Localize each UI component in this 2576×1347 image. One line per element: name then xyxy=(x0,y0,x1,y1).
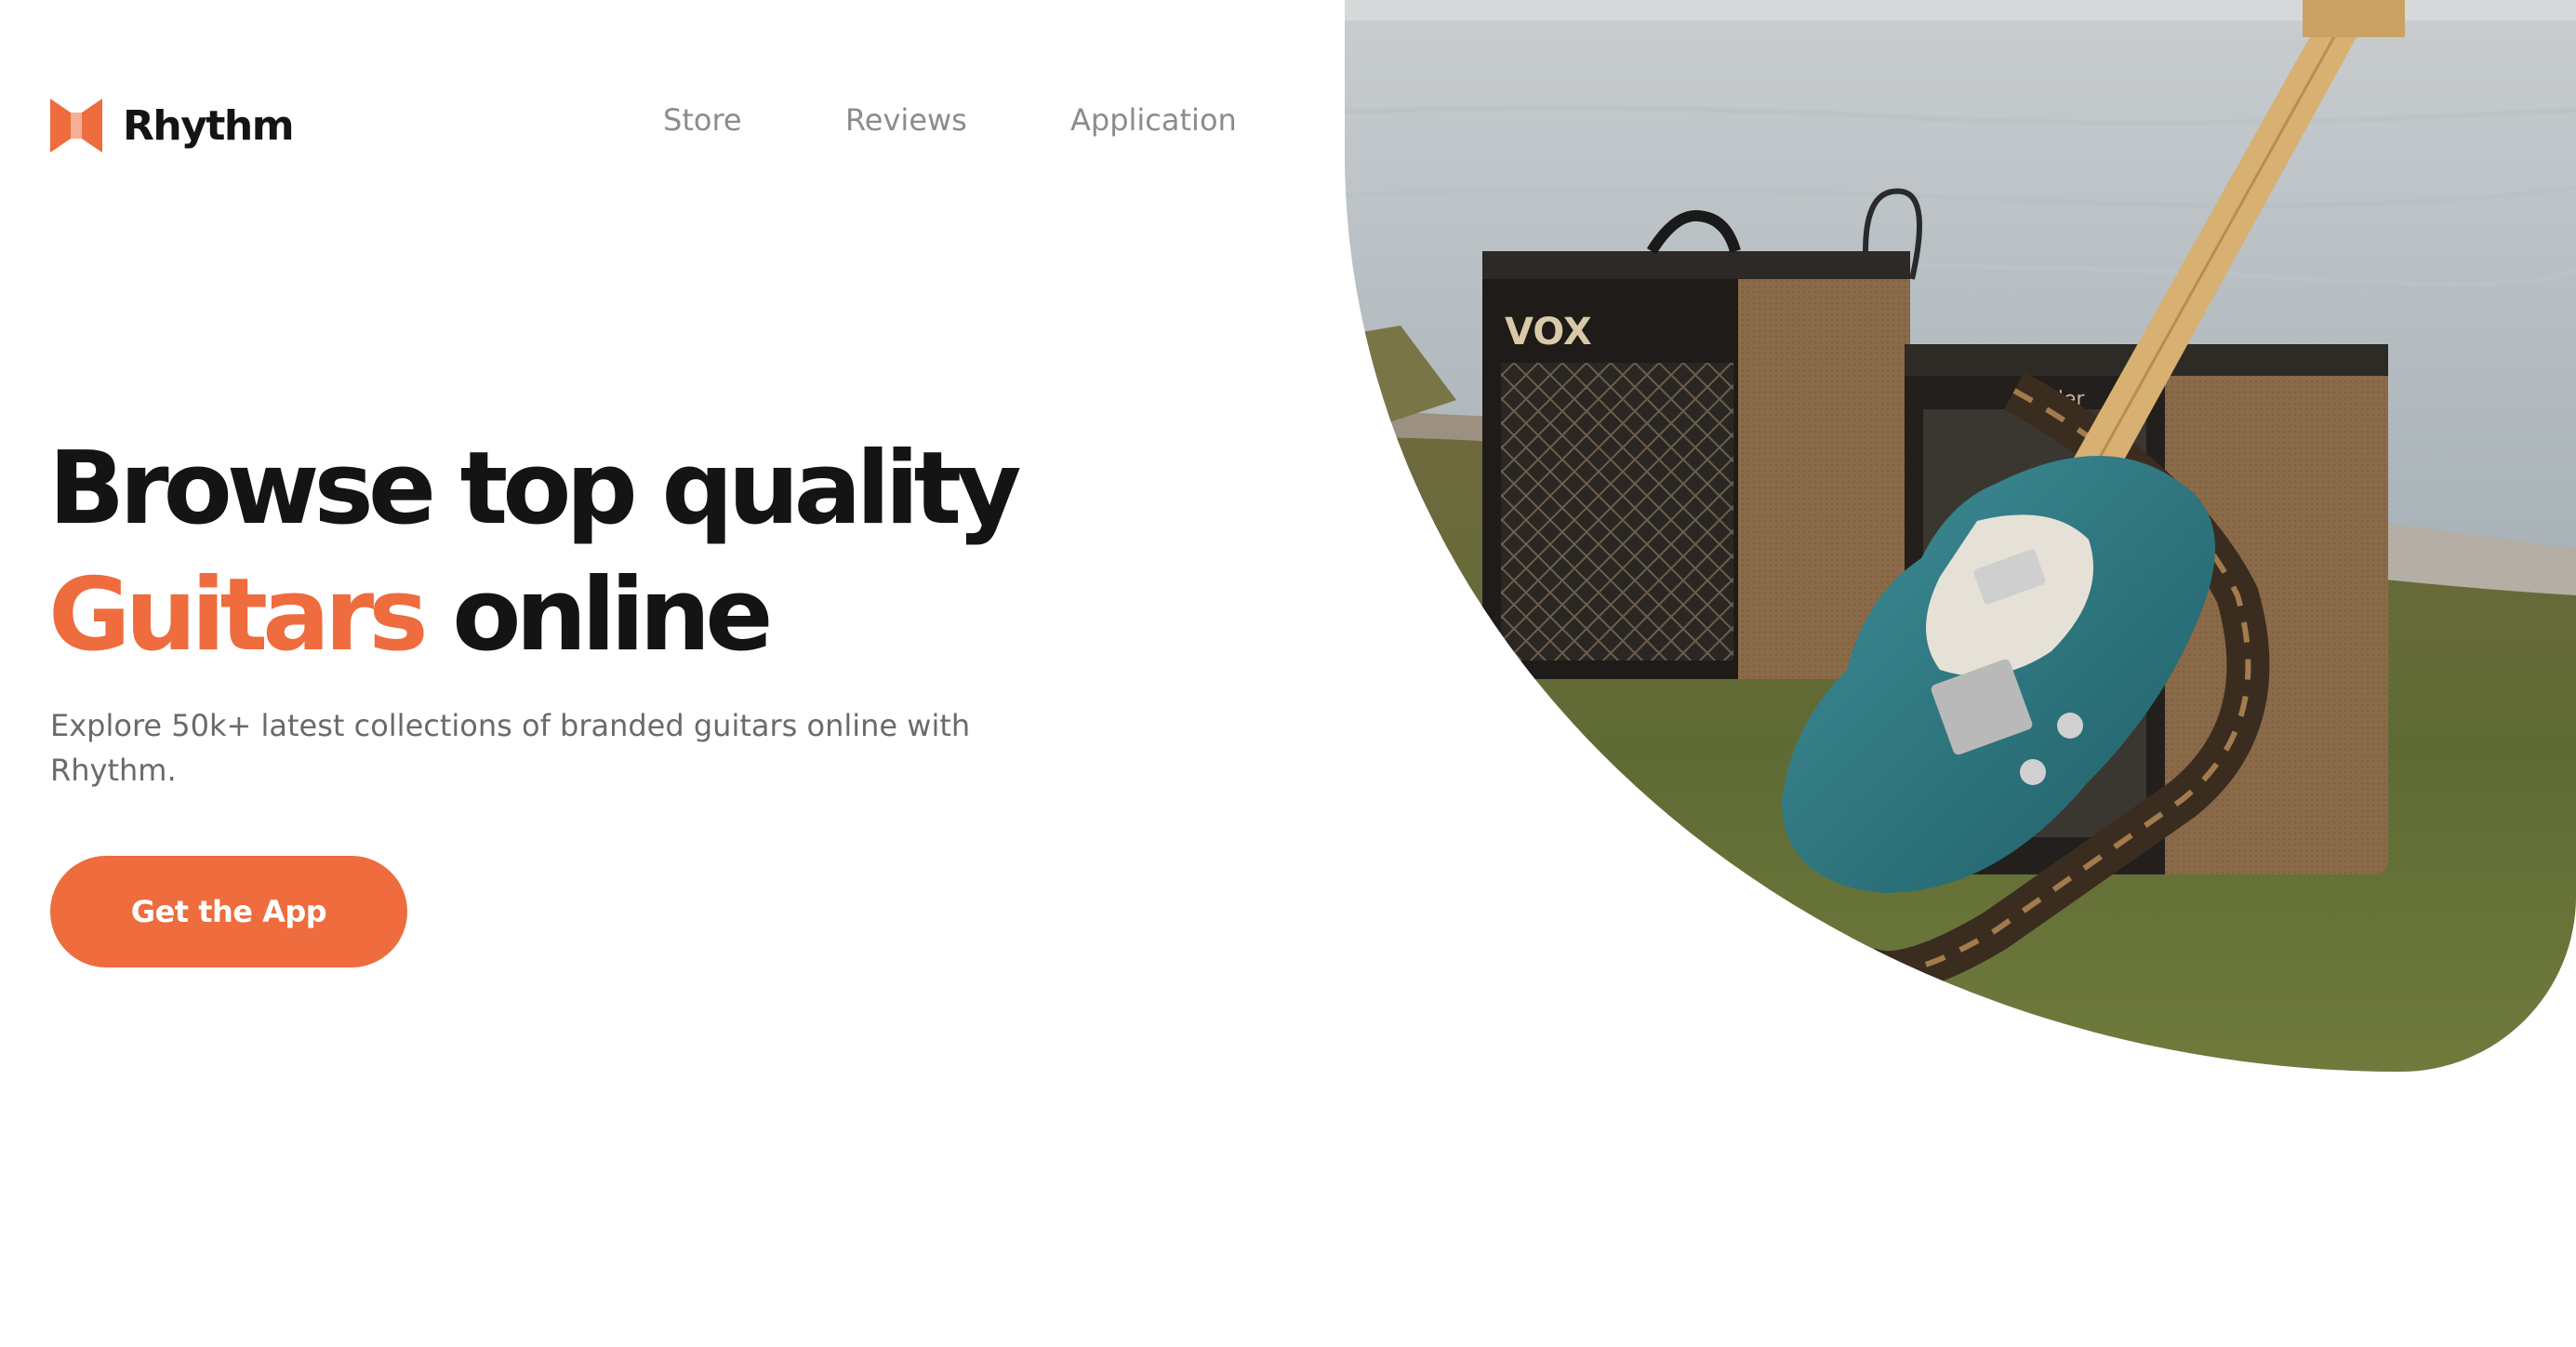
hero-image: VOX Fender xyxy=(1345,0,2576,1072)
hero-headline: Browse top quality Guitars online xyxy=(48,426,1022,679)
guitar-amps-photo: VOX Fender xyxy=(1345,0,2576,1072)
svg-text:VOX: VOX xyxy=(1505,311,1592,353)
main-nav: Store Reviews Application xyxy=(0,102,1348,149)
headline-line-2: Guitars online xyxy=(48,553,1016,679)
headline-line-2-rest: online xyxy=(422,557,773,674)
hero-subtext: Explore 50k+ latest collections of brand… xyxy=(50,708,971,788)
landing-page: Rhythm Store Reviews Application Browse … xyxy=(0,0,2576,1347)
nav-link-store[interactable]: Store xyxy=(663,102,742,138)
nav-link-reviews[interactable]: Reviews xyxy=(845,102,967,138)
get-the-app-button[interactable]: Get the App xyxy=(50,856,407,967)
headline-line-1: Browse top quality xyxy=(48,431,1022,547)
nav-link-application[interactable]: Application xyxy=(1070,102,1237,138)
headline-accent-word: Guitars xyxy=(48,557,429,674)
